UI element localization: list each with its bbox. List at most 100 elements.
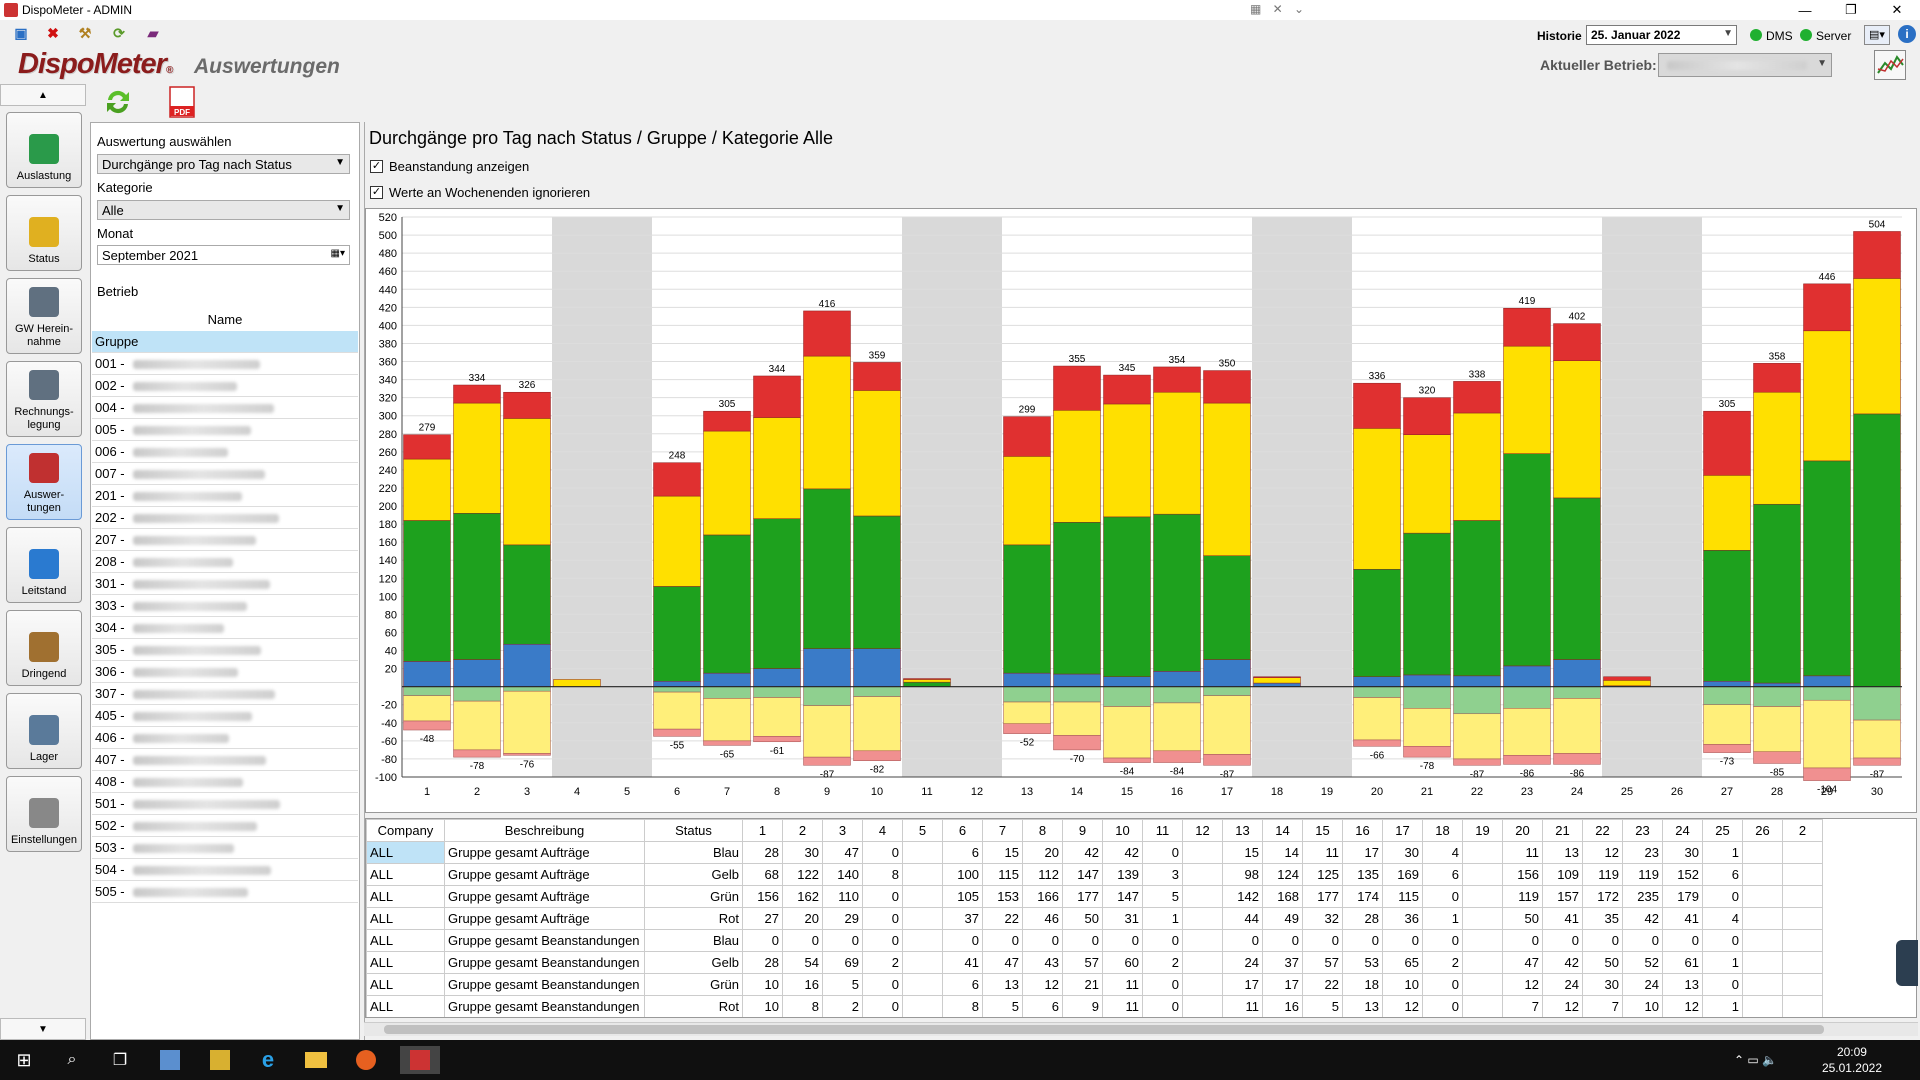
column-header[interactable]: 1: [742, 819, 783, 842]
betrieb-row[interactable]: 002 -: [92, 375, 358, 397]
name-column-header[interactable]: Name: [92, 309, 358, 331]
betrieb-row[interactable]: 202 -: [92, 507, 358, 529]
column-header[interactable]: 24: [1662, 819, 1703, 842]
file-explorer-icon[interactable]: [302, 1046, 330, 1074]
column-header[interactable]: Company: [366, 819, 445, 842]
app1-icon[interactable]: [156, 1046, 184, 1074]
book-icon[interactable]: ▰: [144, 24, 162, 42]
betrieb-row[interactable]: 501 -: [92, 793, 358, 815]
nav-scroll-up-button[interactable]: ▲: [0, 84, 86, 106]
panel-icon[interactable]: ▣: [12, 24, 30, 42]
table-row[interactable]: ALL Gruppe gesamt Aufträge Rot 27 20 29 0 37 22 4…: [366, 907, 1823, 930]
column-header[interactable]: 11: [1142, 819, 1183, 842]
info-icon[interactable]: i: [1898, 25, 1916, 43]
nav-leitstand-button[interactable]: Leitstand: [6, 527, 82, 603]
column-header[interactable]: 20: [1502, 819, 1543, 842]
table-row[interactable]: ALL Gruppe gesamt Aufträge Gelb 68 122 140 8 10…: [366, 863, 1823, 886]
refresh-small-icon[interactable]: ⟳: [110, 24, 128, 42]
betrieb-row[interactable]: 307 -: [92, 683, 358, 705]
column-header[interactable]: 3: [822, 819, 863, 842]
column-header[interactable]: 23: [1622, 819, 1663, 842]
betrieb-row[interactable]: 208 -: [92, 551, 358, 573]
betrieb-row[interactable]: 306 -: [92, 661, 358, 683]
nav-gwhereinnahme-button[interactable]: GW Herein- nahme: [6, 278, 82, 354]
close-button[interactable]: ✕: [1874, 0, 1920, 20]
column-header[interactable]: 25: [1702, 819, 1743, 842]
betrieb-row[interactable]: 007 -: [92, 463, 358, 485]
column-header[interactable]: 17: [1382, 819, 1423, 842]
window-layout-icons[interactable]: ▦ ✕ ⌄: [1250, 2, 1308, 16]
nav-rechnungslegung-button[interactable]: Rechnungs- legung: [6, 361, 82, 437]
betrieb-row[interactable]: 407 -: [92, 749, 358, 771]
betrieb-row[interactable]: 305 -: [92, 639, 358, 661]
tray-icons[interactable]: ⌃ ▭ 🔈: [1734, 1053, 1777, 1067]
monat-input[interactable]: September 2021 ▦▾: [97, 245, 350, 265]
betrieb-row[interactable]: 504 -: [92, 859, 358, 881]
horizontal-scrollbar[interactable]: [364, 1022, 1918, 1036]
betrieb-row[interactable]: 503 -: [92, 837, 358, 859]
betrieb-row[interactable]: 006 -: [92, 441, 358, 463]
historie-select[interactable]: 25. Januar 2022 ▼: [1586, 25, 1737, 45]
table-row[interactable]: ALL Gruppe gesamt Beanstandungen Grün 10 16 5…: [366, 973, 1823, 996]
beanstandung-checkbox[interactable]: ✓: [370, 160, 383, 173]
column-header[interactable]: 15: [1302, 819, 1343, 842]
betrieb-row[interactable]: 004 -: [92, 397, 358, 419]
nav-dringend-button[interactable]: Dringend: [6, 610, 82, 686]
column-header[interactable]: 13: [1222, 819, 1263, 842]
nav-status-button[interactable]: Status: [6, 195, 82, 271]
firefox-icon[interactable]: [352, 1046, 380, 1074]
betrieb-row[interactable]: 502 -: [92, 815, 358, 837]
column-header[interactable]: 9: [1062, 819, 1103, 842]
kategorie-select[interactable]: Alle ▼: [97, 200, 350, 220]
column-header[interactable]: 2: [1782, 819, 1823, 842]
column-header[interactable]: 12: [1182, 819, 1223, 842]
search-icon[interactable]: ⌕: [58, 1046, 86, 1074]
betrieb-row[interactable]: 005 -: [92, 419, 358, 441]
table-row[interactable]: ALL Gruppe gesamt Beanstandungen Rot 10 8 2 0 8…: [366, 995, 1823, 1017]
minimize-button[interactable]: —: [1782, 0, 1828, 20]
column-header[interactable]: 7: [982, 819, 1023, 842]
betrieb-row[interactable]: 405 -: [92, 705, 358, 727]
betrieb-row[interactable]: 001 -: [92, 353, 358, 375]
column-header[interactable]: 14: [1262, 819, 1303, 842]
maximize-button[interactable]: ❐: [1828, 0, 1874, 20]
chart-view-button[interactable]: [1874, 50, 1906, 80]
column-header[interactable]: 18: [1422, 819, 1463, 842]
table-row[interactable]: ALL Gruppe gesamt Aufträge Grün 156 162 110 0 1…: [366, 885, 1823, 908]
betrieb-row[interactable]: 505 -: [92, 881, 358, 903]
column-header[interactable]: 5: [902, 819, 943, 842]
betrieb-row[interactable]: 207 -: [92, 529, 358, 551]
column-header[interactable]: 19: [1462, 819, 1503, 842]
betrieb-row[interactable]: Gruppe: [92, 331, 358, 353]
clock[interactable]: 20:09 25.01.2022: [1822, 1044, 1882, 1076]
pdf-export-button[interactable]: PDF: [164, 84, 200, 120]
column-header[interactable]: 16: [1342, 819, 1383, 842]
column-header[interactable]: 21: [1542, 819, 1583, 842]
column-header[interactable]: 2: [782, 819, 823, 842]
column-header[interactable]: 4: [862, 819, 903, 842]
task-view-icon[interactable]: ❐: [106, 1046, 134, 1074]
betrieb-row[interactable]: 303 -: [92, 595, 358, 617]
betrieb-row[interactable]: 304 -: [92, 617, 358, 639]
scrollbar-thumb[interactable]: [384, 1025, 1824, 1034]
side-panel-toggle[interactable]: [1896, 940, 1918, 986]
column-header[interactable]: 6: [942, 819, 983, 842]
tools-icon[interactable]: ⚒: [76, 24, 94, 42]
internet-explorer-icon[interactable]: e: [254, 1046, 282, 1074]
table-row[interactable]: ALL Gruppe gesamt Aufträge Blau 28 30 47 0 6 15 2…: [366, 841, 1823, 864]
betrieb-row[interactable]: 408 -: [92, 771, 358, 793]
column-header[interactable]: 22: [1582, 819, 1623, 842]
nav-auslastung-button[interactable]: Auslastung: [6, 112, 82, 188]
column-header[interactable]: 10: [1102, 819, 1143, 842]
auswertung-select[interactable]: Durchgänge pro Tag nach Status ▼: [97, 154, 350, 174]
column-header[interactable]: Status: [644, 819, 743, 842]
table-row[interactable]: ALL Gruppe gesamt Beanstandungen Gelb 28 54 6…: [366, 951, 1823, 974]
wochenende-checkbox[interactable]: ✓: [370, 186, 383, 199]
nav-scroll-down-button[interactable]: ▼: [0, 1018, 86, 1040]
refresh-button[interactable]: [100, 84, 136, 120]
betrieb-row[interactable]: 201 -: [92, 485, 358, 507]
calendar-icon[interactable]: ▦▾: [331, 248, 345, 259]
betrieb-row[interactable]: 301 -: [92, 573, 358, 595]
app2-icon[interactable]: [206, 1046, 234, 1074]
layout-menu-button[interactable]: ▤▾: [1864, 25, 1890, 45]
